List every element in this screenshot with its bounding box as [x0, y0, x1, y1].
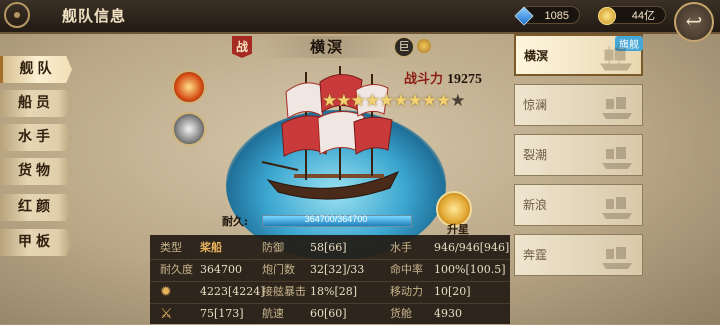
- tab-fleet[interactable]: 舰队: [0, 56, 72, 83]
- back-button[interactable]: ↩: [674, 2, 714, 42]
- stat-label: 货舱: [390, 307, 412, 320]
- star-icon: ★: [421, 91, 437, 111]
- swap-icon[interactable]: [417, 39, 431, 53]
- stat-value: 32[32]/33: [310, 263, 365, 276]
- star-icon: ★: [379, 91, 394, 111]
- stats-table: 类型 桨船 防御 58[66] 水手 946/946[946] 耐久度 3647…: [150, 235, 510, 324]
- skill-wind-icon[interactable]: [172, 112, 206, 146]
- top-bar: 舰队信息 1085 44亿: [0, 0, 720, 34]
- gem-counter: 1085: [514, 6, 580, 26]
- list-item[interactable]: 横溟 旗舰: [514, 34, 643, 76]
- ship-silhouette-icon: [602, 147, 632, 169]
- table-row: 类型 桨船 防御 58[66] 水手 946/946[946]: [150, 237, 510, 260]
- combat-power: 战斗力 19275: [404, 68, 514, 88]
- star-icon: ★: [393, 91, 408, 111]
- star-icon: ★: [336, 91, 351, 111]
- ship-card-name: 惊澜: [523, 98, 548, 112]
- stat-value: 60[60]: [310, 307, 347, 320]
- size-badge: 巨: [394, 37, 414, 57]
- page-title: 舰队信息: [62, 7, 127, 25]
- stat-label: 炮门数: [262, 263, 295, 276]
- table-row: ⚔ 75[173] 航速 60[60] 货舱 4930: [150, 303, 510, 325]
- class-badge: 战: [232, 36, 252, 58]
- stat-label: 命中率: [390, 263, 423, 276]
- stat-value: 100%[100.5]: [434, 263, 506, 276]
- stat-value: 桨船: [200, 241, 222, 254]
- back-arrow-icon: ↩: [685, 9, 703, 33]
- stat-value: 75[173]: [200, 307, 244, 320]
- skill-fire-icon[interactable]: [172, 70, 206, 104]
- ship-name: 横溟: [262, 36, 392, 58]
- durability-value: 364700/364700: [304, 214, 368, 224]
- coin-amount: 44亿: [631, 10, 655, 22]
- cannon-icon: ✹: [160, 284, 172, 300]
- combat-power-value: 19275: [447, 72, 483, 87]
- tab-cargo[interactable]: 货物: [0, 158, 72, 185]
- ship-card-name: 奔霆: [523, 248, 548, 262]
- ship-silhouette-icon: [602, 97, 632, 119]
- coin-icon: [598, 7, 616, 25]
- tab-crew[interactable]: 船员: [0, 90, 72, 117]
- table-row: ✹ 4223[4224] 接舷暴击 18%[28] 移动力 10[20]: [150, 281, 510, 304]
- list-item[interactable]: 新浪: [514, 184, 643, 226]
- crossed-swords-icon: ⚔: [160, 306, 173, 322]
- ship-silhouette-icon: [602, 247, 632, 269]
- star-rating: ★★★★★★★★★★: [322, 91, 466, 111]
- star-icon: ★: [450, 91, 465, 111]
- stat-label: 类型: [160, 241, 182, 254]
- stat-label: 耐久度: [160, 263, 193, 276]
- stat-label: 水手: [390, 241, 412, 254]
- table-row: 耐久度 364700 炮门数 32[32]/33 命中率 100%[100.5]: [150, 259, 510, 282]
- stat-value: 4223[4224]: [200, 285, 265, 298]
- coin-counter: 44亿: [598, 6, 666, 25]
- ship-silhouette-icon: [602, 197, 632, 219]
- durability-bar: 耐久: 364700/364700: [222, 214, 412, 228]
- list-item[interactable]: 惊澜: [514, 84, 643, 126]
- ship-card-name: 横溟: [524, 49, 549, 63]
- ship-card-name: 裂潮: [523, 148, 548, 162]
- star-icon: ★: [407, 91, 423, 111]
- list-item[interactable]: 裂潮: [514, 134, 643, 176]
- list-item[interactable]: 奔霆: [514, 234, 643, 276]
- ship-silhouette-icon: [600, 44, 632, 71]
- stat-value: 18%[28]: [310, 285, 358, 298]
- stat-label: 接舷暴击: [262, 285, 306, 298]
- stat-value: 58[66]: [310, 241, 347, 254]
- combat-power-label: 战斗力: [404, 72, 444, 87]
- stat-label: 航速: [262, 307, 284, 320]
- ship-illustration: [261, 66, 400, 200]
- star-icon: ★: [322, 91, 337, 111]
- ship-card-name: 新浪: [523, 198, 548, 212]
- tab-deck[interactable]: 甲板: [0, 229, 72, 256]
- durability-label: 耐久:: [222, 215, 249, 228]
- star-icon: ★: [350, 91, 366, 111]
- ship-wheel-icon: [4, 2, 30, 28]
- stat-value: 946/946[946]: [434, 241, 510, 254]
- stat-value: 364700: [200, 263, 242, 276]
- tab-beauty[interactable]: 红颜: [0, 194, 72, 221]
- gem-amount: 1085: [544, 10, 569, 22]
- stat-label: 防御: [262, 241, 284, 254]
- stat-label: 移动力: [390, 285, 423, 298]
- star-icon: ★: [436, 91, 451, 111]
- tab-sailors[interactable]: 水手: [0, 124, 72, 151]
- stat-value: 4930: [434, 307, 462, 320]
- gem-icon: [514, 6, 534, 26]
- star-icon: ★: [364, 91, 380, 111]
- stat-value: 10[20]: [434, 285, 471, 298]
